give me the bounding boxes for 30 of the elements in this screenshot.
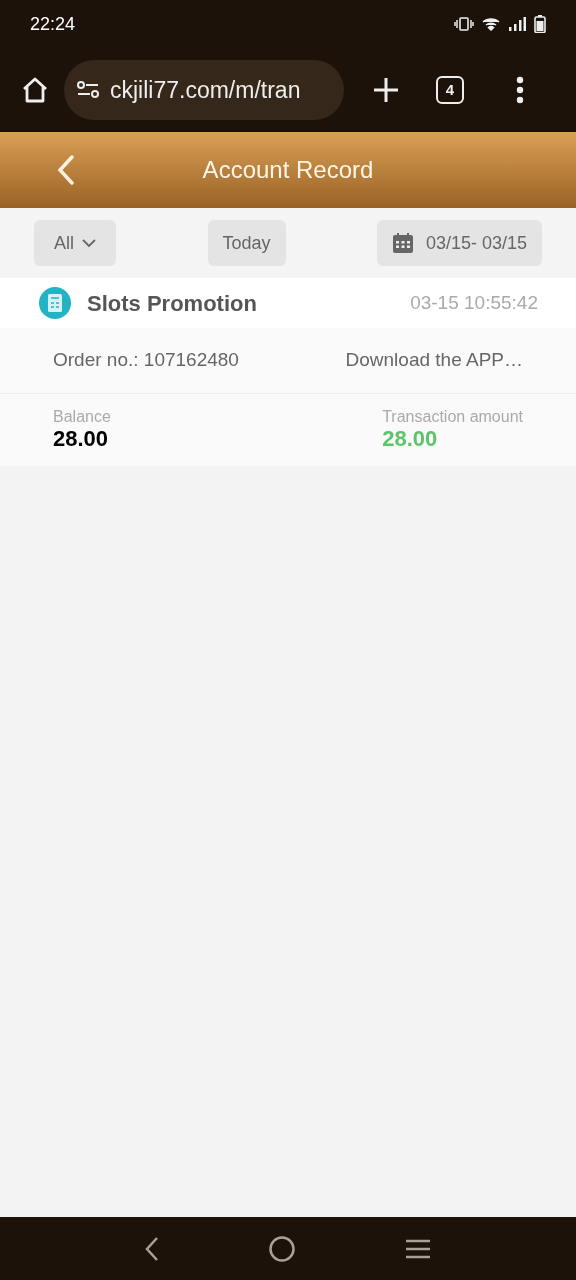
url-bar[interactable]: ckjili77.com/m/tran	[64, 60, 344, 120]
balance-value: 28.00	[53, 426, 110, 452]
battery-icon	[534, 15, 546, 33]
date-range-button[interactable]: 03/15- 03/15	[377, 220, 542, 266]
balance-label: Balance	[53, 408, 111, 426]
record-title: Slots Promotion	[87, 289, 257, 318]
back-icon[interactable]	[56, 154, 76, 186]
clock-time: 22:24	[30, 12, 76, 36]
vibrate-icon	[454, 17, 474, 31]
record-remark: Download the APP…	[345, 348, 523, 373]
page-title: Account Record	[202, 155, 374, 185]
nav-back-icon[interactable]	[144, 1235, 160, 1262]
wifi-icon	[482, 17, 500, 31]
type-filter-dropdown[interactable]: All	[34, 220, 116, 266]
record-time: 03-15 10:55:42	[410, 290, 538, 315]
order-number: Order no.: 107162480	[53, 348, 239, 373]
nav-recents-icon[interactable]	[404, 1237, 432, 1260]
tab-count-button[interactable]: 4	[436, 76, 464, 104]
url-text: ckjili77.com/m/tran	[110, 75, 301, 105]
site-settings-icon[interactable]	[76, 79, 100, 101]
chevron-down-icon	[82, 238, 96, 248]
new-tab-icon[interactable]	[372, 76, 400, 104]
receipt-icon	[38, 286, 72, 320]
amount-value: 28.00	[382, 426, 439, 452]
nav-home-icon[interactable]	[268, 1234, 296, 1263]
calendar-icon	[391, 232, 414, 254]
more-menu-icon[interactable]	[516, 76, 524, 104]
amount-label: Transaction amount	[382, 408, 523, 426]
signal-icon	[508, 17, 526, 31]
period-filter-button[interactable]: Today	[207, 220, 286, 266]
